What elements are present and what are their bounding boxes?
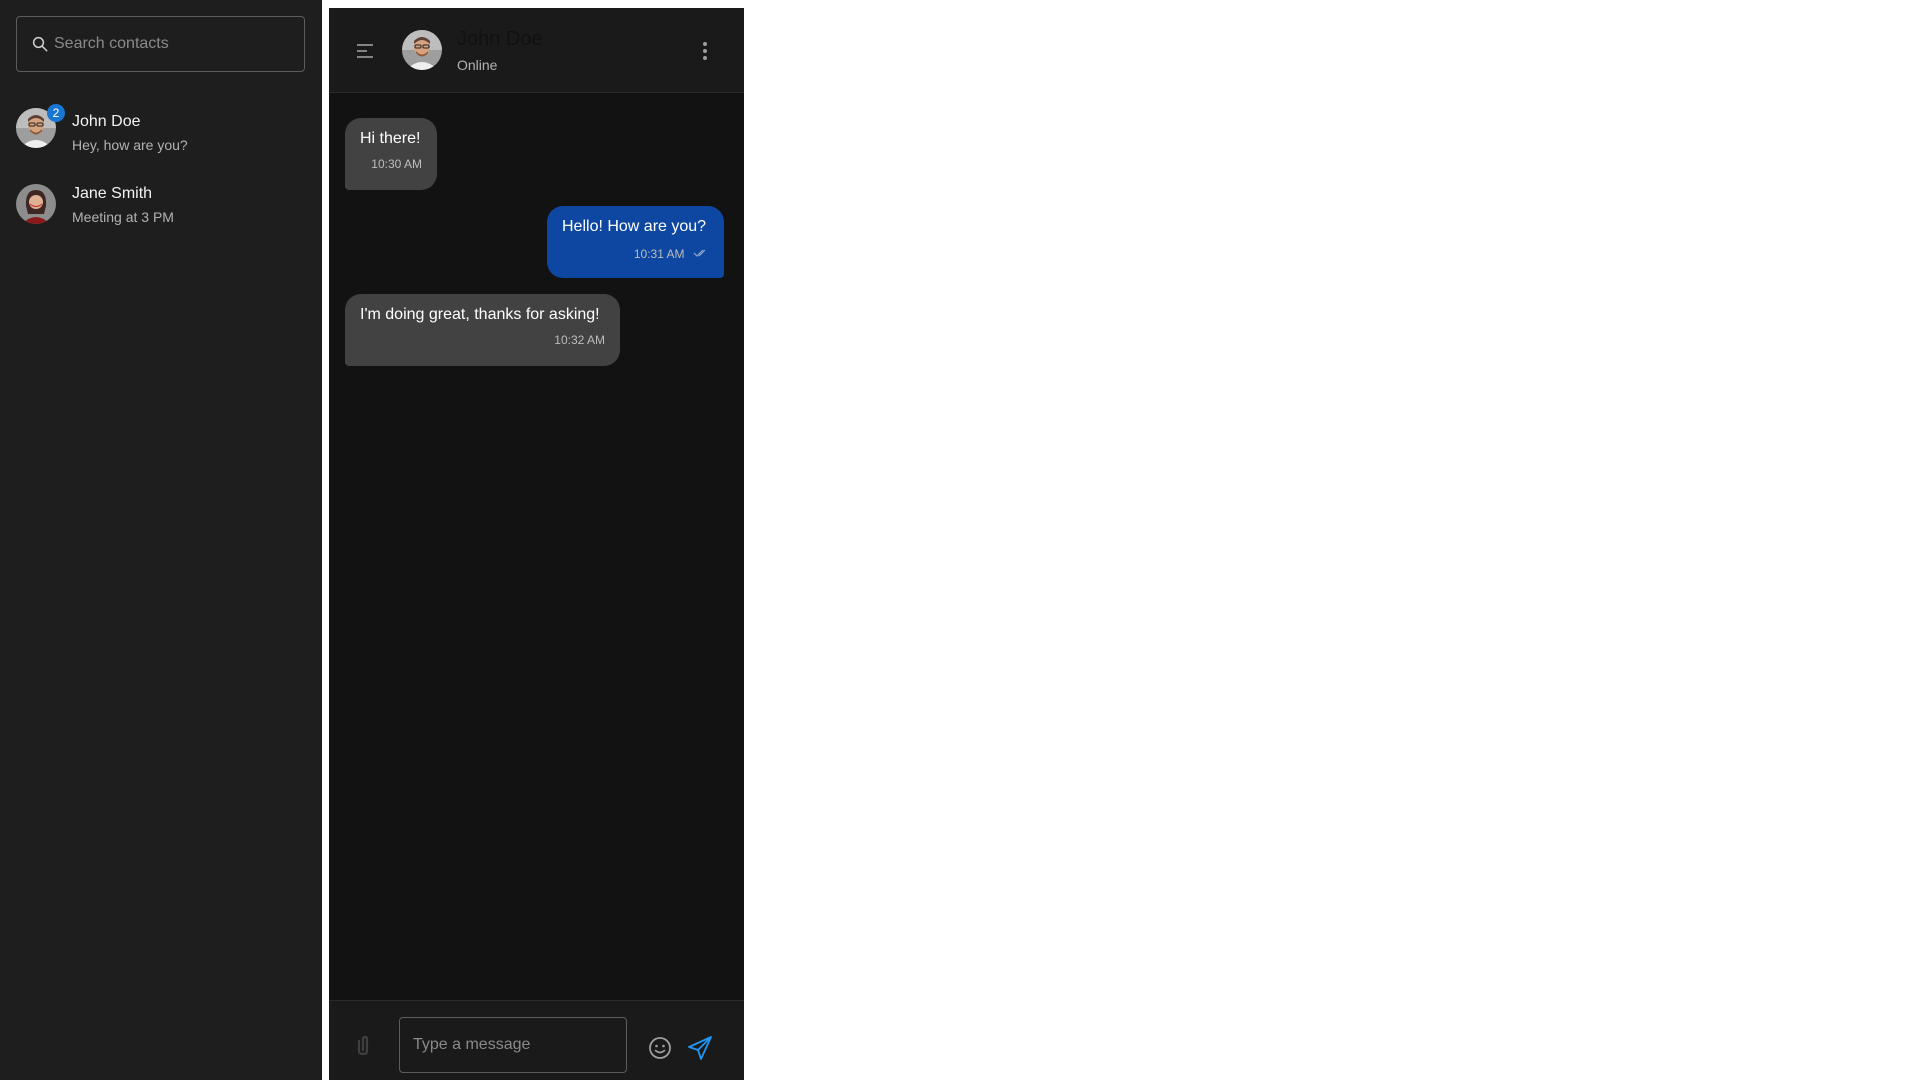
message-outgoing: Hello! How are you? 10:31 AM [547, 206, 724, 278]
message-input[interactable] [399, 1017, 627, 1073]
contact-item-jane-smith[interactable]: Jane Smith Meeting at 3 PM [0, 166, 322, 238]
contact-preview: Hey, how are you? [72, 137, 188, 153]
woman-avatar-icon [16, 184, 56, 224]
contact-name: Jane Smith [72, 185, 153, 202]
search-input[interactable] [54, 17, 294, 71]
message-incoming: I'm doing great, thanks for asking! 10:3… [345, 294, 620, 366]
message-composer [329, 1000, 744, 1080]
more-options-icon[interactable] [693, 39, 717, 63]
unread-badge: 2 [47, 104, 65, 122]
avatar [16, 184, 56, 224]
message-time: 10:31 AM [633, 247, 685, 261]
message-text: Hello! How are you? [562, 218, 707, 235]
contacts-sidebar: John Doe Hey, how are you? 2 Jane Smith … [0, 0, 322, 1080]
message-text: Hi there! [360, 130, 421, 147]
chat-contact-name: John Doe [457, 28, 543, 50]
chat-contact-status: Online [457, 57, 498, 73]
message-meta: 10:31 AM [562, 245, 709, 263]
message-time: 10:30 AM [371, 157, 422, 171]
avatar[interactable] [402, 30, 442, 70]
pane-divider [322, 0, 329, 1080]
menu-icon[interactable] [355, 41, 375, 61]
message-text: I'm doing great, thanks for asking! [360, 306, 600, 323]
double-check-icon [693, 249, 706, 257]
chat-panel: John Doe Online Hi there! 10:30 AM Hello… [329, 8, 744, 1080]
contact-item-john-doe[interactable]: John Doe Hey, how are you? [0, 94, 322, 166]
search-icon [32, 36, 48, 52]
message-time: 10:32 AM [554, 333, 605, 347]
man-avatar-icon [402, 30, 442, 70]
attach-icon[interactable] [353, 1035, 373, 1057]
contact-name: John Doe [72, 113, 141, 130]
contact-preview: Meeting at 3 PM [72, 209, 174, 225]
send-icon[interactable] [687, 1035, 713, 1061]
emoji-icon[interactable] [648, 1036, 672, 1060]
chat-header: John Doe Online [329, 8, 744, 93]
message-incoming: Hi there! 10:30 AM [345, 118, 437, 190]
search-box [16, 16, 305, 72]
